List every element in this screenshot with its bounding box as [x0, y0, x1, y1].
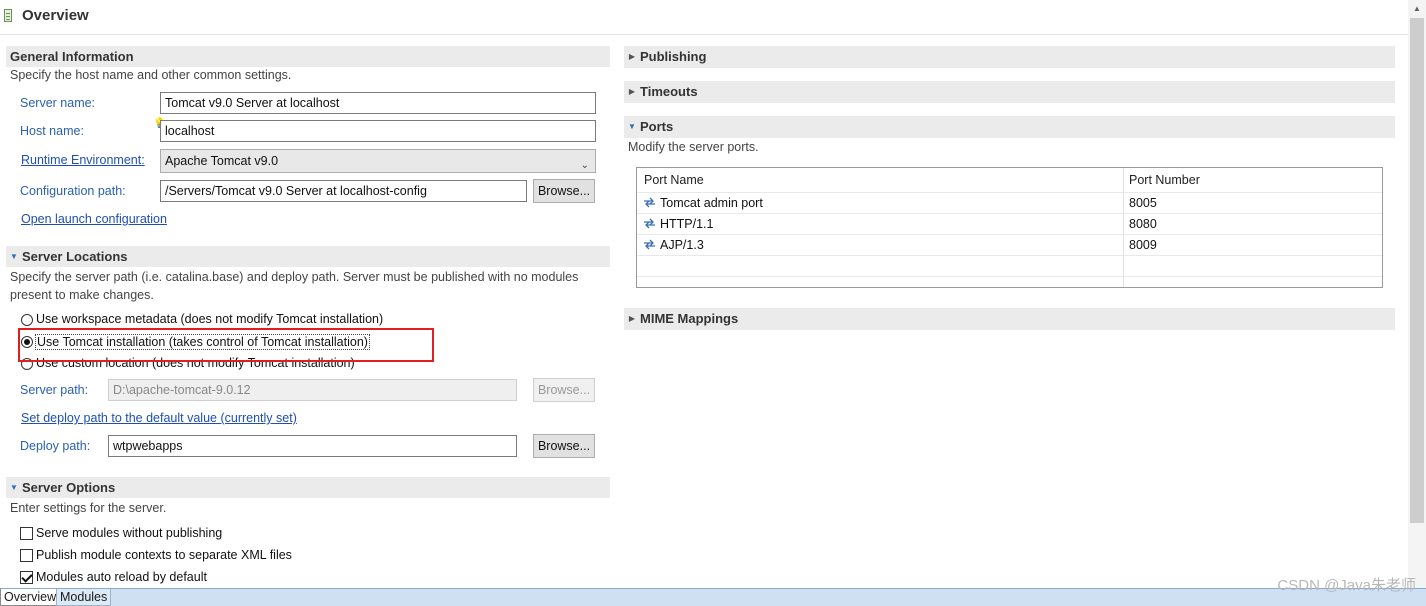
- expanded-triangle-icon: ▼: [10, 483, 18, 492]
- port-icon: [644, 197, 655, 208]
- port-icon: [644, 218, 655, 229]
- timeouts-section[interactable]: ▶ Timeouts: [624, 81, 1395, 103]
- collapsed-triangle-icon: ▶: [628, 87, 636, 96]
- collapsed-triangle-icon: ▶: [628, 314, 636, 323]
- timeouts-title: Timeouts: [640, 84, 698, 99]
- host-name-label: Host name:: [20, 124, 84, 138]
- runtime-environment-link[interactable]: Runtime Environment:: [21, 153, 145, 167]
- port-number-column-header[interactable]: Port Number: [1129, 173, 1200, 187]
- ports-description: Modify the server ports.: [628, 140, 759, 154]
- ports-section-header[interactable]: ▼ Ports: [624, 116, 1395, 138]
- tab-overview[interactable]: Overview: [0, 589, 61, 606]
- row-divider: [637, 192, 1382, 193]
- serve-modules-checkbox[interactable]: [20, 527, 33, 540]
- configuration-browse-button[interactable]: Browse...: [533, 179, 595, 203]
- server-locations-header[interactable]: ▼ Server Locations: [6, 246, 610, 267]
- watermark: CSDN @Java朱老师: [1277, 577, 1416, 594]
- ports-title: Ports: [640, 119, 674, 134]
- set-deploy-path-link[interactable]: Set deploy path to the default value (cu…: [21, 411, 297, 425]
- port-number-cell[interactable]: 8009: [1129, 238, 1157, 252]
- deploy-path-label: Deploy path:: [20, 439, 91, 453]
- publish-contexts-checkbox[interactable]: [20, 549, 33, 562]
- port-number-cell[interactable]: 8080: [1129, 217, 1157, 231]
- server-options-header[interactable]: ▼ Server Options: [6, 477, 610, 498]
- server-locations-title: Server Locations: [22, 249, 128, 264]
- auto-reload-label: Modules auto reload by default: [36, 570, 207, 584]
- open-launch-configuration-link[interactable]: Open launch configuration: [21, 212, 167, 226]
- mime-mappings-section[interactable]: ▶ MIME Mappings: [624, 308, 1395, 330]
- publishing-section[interactable]: ▶ Publishing: [624, 46, 1395, 68]
- serve-modules-label: Serve modules without publishing: [36, 526, 223, 540]
- general-information-title: General Information: [10, 49, 134, 64]
- server-options-title: Server Options: [22, 480, 116, 495]
- port-name-cell[interactable]: HTTP/1.1: [660, 217, 714, 231]
- server-name-label: Server name:: [20, 96, 96, 110]
- publish-contexts-label: Publish module contexts to separate XML …: [36, 548, 292, 562]
- workspace-metadata-radio[interactable]: [21, 314, 33, 326]
- server-editor-icon: [4, 9, 12, 22]
- server-locations-description-2: present to make changes.: [10, 288, 154, 302]
- row-divider: [637, 234, 1382, 235]
- ports-table[interactable]: [636, 167, 1383, 288]
- page-title: Overview: [22, 7, 89, 24]
- host-name-input[interactable]: localhost: [160, 120, 596, 142]
- port-icon: [644, 239, 655, 250]
- server-locations-description-1: Specify the server path (i.e. catalina.b…: [10, 270, 579, 284]
- server-path-browse-button[interactable]: Browse...: [533, 378, 595, 402]
- mime-mappings-title: MIME Mappings: [640, 311, 739, 326]
- configuration-path-input[interactable]: /Servers/Tomcat v9.0 Server at localhost…: [160, 180, 527, 202]
- scroll-up-arrow-icon[interactable]: ▲: [1408, 0, 1426, 17]
- scrollbar-thumb[interactable]: [1410, 18, 1424, 523]
- annotation-highlight-box: [18, 328, 434, 362]
- deploy-path-input[interactable]: wtpwebapps: [108, 435, 517, 457]
- chevron-down-icon: ⌄: [580, 160, 589, 171]
- column-divider: [1123, 168, 1124, 287]
- publishing-title: Publishing: [640, 49, 707, 64]
- expanded-triangle-icon: ▼: [628, 122, 636, 131]
- server-path-input[interactable]: D:\apache-tomcat-9.0.12: [108, 379, 517, 401]
- auto-reload-checkbox[interactable]: [20, 571, 33, 584]
- general-information-header: General Information: [6, 46, 610, 67]
- general-description: Specify the host name and other common s…: [10, 68, 292, 82]
- port-name-cell[interactable]: AJP/1.3: [660, 238, 704, 252]
- expanded-triangle-icon: ▼: [10, 252, 18, 261]
- server-name-input[interactable]: Tomcat v9.0 Server at localhost: [160, 92, 596, 114]
- row-divider: [637, 213, 1382, 214]
- deploy-path-browse-button[interactable]: Browse...: [533, 434, 595, 458]
- collapsed-triangle-icon: ▶: [628, 52, 636, 61]
- configuration-path-label: Configuration path:: [20, 184, 126, 198]
- editor-tab-bar: [0, 588, 1426, 606]
- row-divider: [637, 276, 1382, 277]
- port-number-cell[interactable]: 8005: [1129, 196, 1157, 210]
- port-name-column-header[interactable]: Port Name: [644, 173, 704, 187]
- workspace-metadata-label: Use workspace metadata (does not modify …: [36, 312, 384, 326]
- server-options-description: Enter settings for the server.: [10, 501, 167, 515]
- port-name-cell[interactable]: Tomcat admin port: [660, 196, 763, 210]
- runtime-environment-value: Apache Tomcat v9.0: [165, 154, 279, 168]
- tab-modules[interactable]: Modules: [56, 589, 112, 606]
- server-path-label: Server path:: [20, 383, 89, 397]
- row-divider: [637, 255, 1382, 256]
- header-divider: [0, 34, 1408, 35]
- runtime-environment-select[interactable]: Apache Tomcat v9.0 ⌄: [160, 149, 596, 173]
